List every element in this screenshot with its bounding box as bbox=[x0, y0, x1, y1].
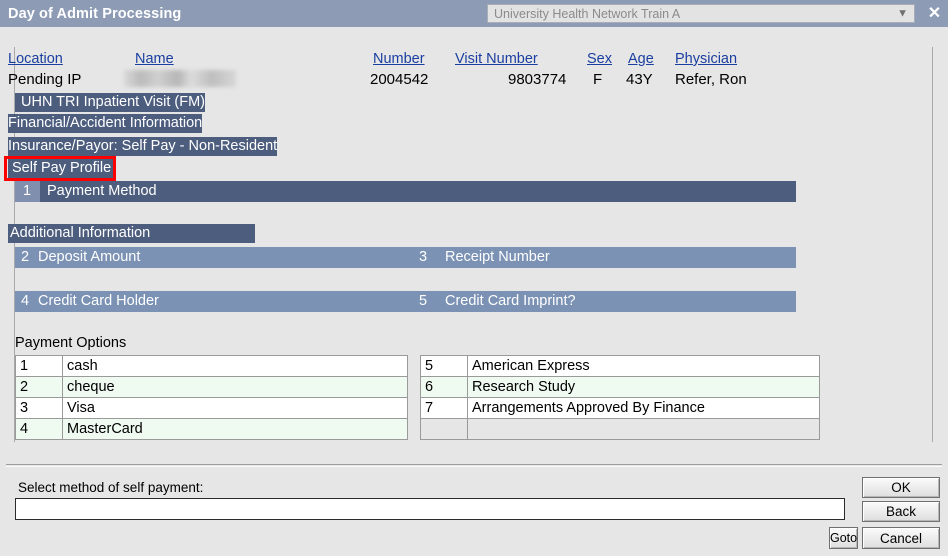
option-label bbox=[467, 418, 820, 440]
option-index bbox=[420, 418, 468, 440]
table-row[interactable]: 6 Research Study bbox=[420, 376, 820, 398]
option-index: 5 bbox=[420, 355, 468, 377]
table-row[interactable]: 2 cheque bbox=[15, 376, 408, 398]
table-row[interactable]: 7 Arrangements Approved By Finance bbox=[420, 397, 820, 419]
bottom-panel-divider-highlight bbox=[6, 466, 942, 467]
option-label: cheque bbox=[62, 376, 408, 398]
header-value-visit-number: 9803774 bbox=[508, 71, 567, 88]
table-row[interactable]: 5 American Express bbox=[420, 355, 820, 377]
field-number-2: 2 bbox=[21, 249, 30, 265]
table-row[interactable]: 3 Visa bbox=[15, 397, 408, 419]
field-label-payment-method: Payment Method bbox=[47, 183, 157, 199]
field-row-credit-card[interactable]: 4 Credit Card Holder 5 Credit Card Impri… bbox=[15, 291, 796, 312]
field-label-credit-card-imprint: Credit Card Imprint? bbox=[445, 293, 576, 309]
frame-right-rule bbox=[932, 47, 933, 442]
close-icon[interactable]: ✕ bbox=[925, 4, 944, 23]
band-financial-information: Financial/Accident Information bbox=[8, 114, 203, 133]
prompt-label: Select method of self payment: bbox=[18, 480, 204, 495]
chevron-down-icon: ▼ bbox=[897, 7, 908, 19]
header-value-name-redacted bbox=[124, 70, 236, 87]
field-number-5: 5 bbox=[419, 293, 428, 309]
environment-select[interactable]: University Health Network Train A ▼ bbox=[487, 4, 915, 23]
payment-options-table-left: 1 cash 2 cheque 3 Visa 4 MasterCard bbox=[15, 355, 408, 440]
option-index: 6 bbox=[420, 376, 468, 398]
answer-input[interactable] bbox=[15, 498, 845, 520]
header-label-age[interactable]: Age bbox=[628, 51, 654, 67]
option-index: 1 bbox=[15, 355, 63, 377]
field-row-deposit-receipt[interactable]: 2 Deposit Amount 3 Receipt Number bbox=[15, 247, 796, 268]
table-row-empty bbox=[420, 418, 820, 440]
header-label-sex[interactable]: Sex bbox=[587, 51, 612, 67]
table-row[interactable]: 4 MasterCard bbox=[15, 418, 408, 440]
header-value-age: 43Y bbox=[626, 71, 653, 88]
option-index: 3 bbox=[15, 397, 63, 419]
cancel-button[interactable]: Cancel bbox=[862, 527, 940, 549]
field-number-1: 1 bbox=[23, 183, 32, 199]
field-label-deposit-amount: Deposit Amount bbox=[38, 249, 141, 265]
option-label: cash bbox=[62, 355, 408, 377]
field-row-payment-method[interactable]: 1 Payment Method bbox=[15, 181, 796, 202]
table-row[interactable]: 1 cash bbox=[15, 355, 408, 377]
payment-options-tables: 1 cash 2 cheque 3 Visa 4 MasterCard 5 Am… bbox=[15, 355, 820, 444]
back-button[interactable]: Back bbox=[862, 501, 940, 522]
option-label: MasterCard bbox=[62, 418, 408, 440]
option-label: Arrangements Approved By Finance bbox=[467, 397, 820, 419]
goto-button[interactable]: Goto bbox=[829, 527, 858, 549]
payment-options-table-right: 5 American Express 6 Research Study 7 Ar… bbox=[420, 355, 820, 440]
header-label-number[interactable]: Number bbox=[373, 51, 425, 67]
ok-button[interactable]: OK bbox=[862, 477, 940, 498]
option-label: American Express bbox=[467, 355, 820, 377]
header-label-visit-number[interactable]: Visit Number bbox=[455, 51, 538, 67]
field-label-receipt-number: Receipt Number bbox=[445, 249, 550, 265]
header-value-physician: Refer, Ron bbox=[675, 71, 747, 88]
header-value-sex: F bbox=[593, 71, 603, 88]
field-label-credit-card-holder: Credit Card Holder bbox=[38, 293, 159, 309]
option-label: Research Study bbox=[467, 376, 820, 398]
band-visit-type: UHN TRI Inpatient Visit (FM) bbox=[15, 93, 205, 112]
bottom-panel-divider bbox=[6, 464, 942, 465]
option-index: 4 bbox=[15, 418, 63, 440]
window-title: Day of Admit Processing bbox=[8, 5, 182, 22]
option-index: 7 bbox=[420, 397, 468, 419]
payment-options-title: Payment Options bbox=[15, 335, 127, 351]
header-label-physician[interactable]: Physician bbox=[675, 51, 737, 67]
header-value-location: Pending IP bbox=[8, 71, 82, 88]
band-additional-information: Additional Information bbox=[8, 224, 255, 243]
environment-select-value: University Health Network Train A bbox=[494, 6, 681, 21]
field-number-4: 4 bbox=[21, 293, 30, 309]
header-label-location[interactable]: Location bbox=[8, 51, 63, 67]
header-value-number: 2004542 bbox=[370, 71, 429, 88]
option-label: Visa bbox=[62, 397, 408, 419]
band-self-pay-profile: Self Pay Profile bbox=[8, 159, 116, 178]
field-number-3: 3 bbox=[419, 249, 428, 265]
option-index: 2 bbox=[15, 376, 63, 398]
header-label-name[interactable]: Name bbox=[135, 51, 174, 67]
band-insurance-payor: Insurance/Payor: Self Pay - Non-Resident bbox=[8, 137, 278, 156]
